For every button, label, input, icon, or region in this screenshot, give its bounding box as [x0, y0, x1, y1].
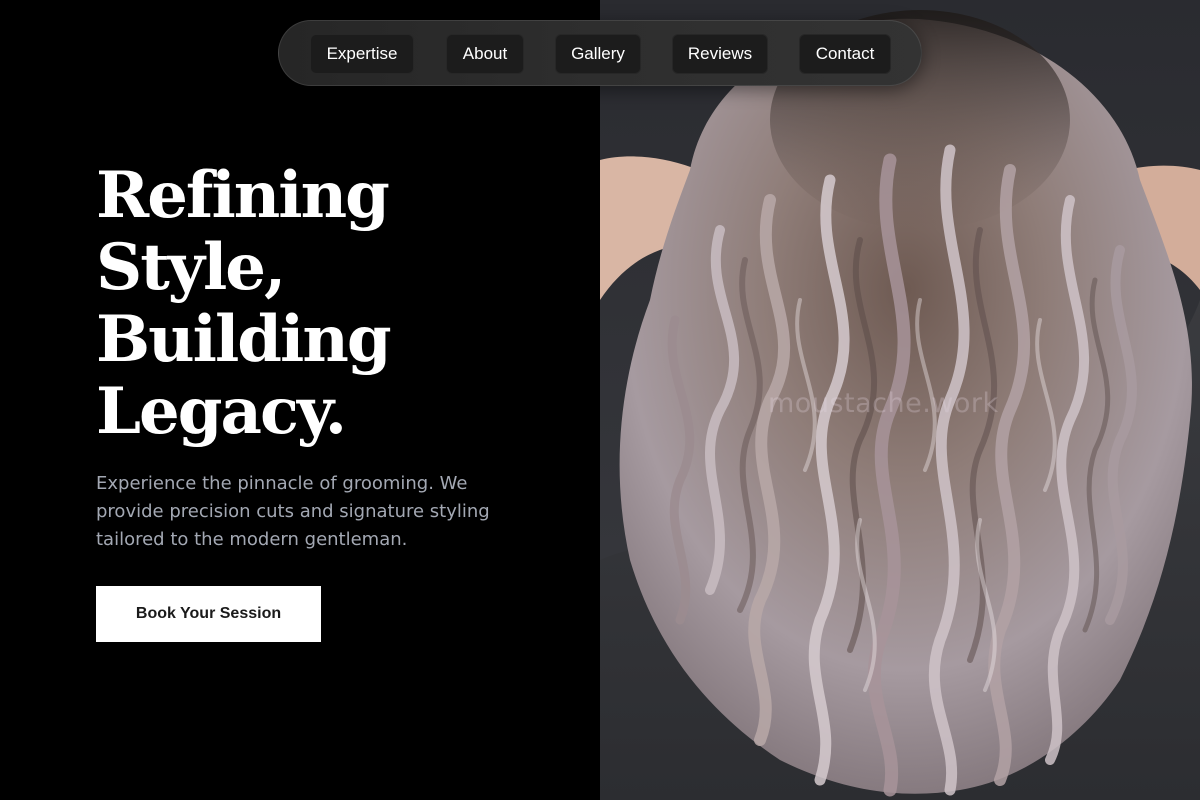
nav-item-gallery[interactable]: Gallery — [555, 34, 641, 74]
hero-title-line: Refining — [96, 158, 390, 233]
nav-item-contact[interactable]: Contact — [799, 34, 891, 74]
book-session-button[interactable]: Book Your Session — [96, 586, 321, 642]
watermark-text: moustache.work — [768, 388, 999, 419]
hero-subtitle: Experience the pinnacle of grooming. We … — [96, 473, 490, 550]
hero-title-line: Legacy. — [96, 374, 347, 449]
nav-item-reviews[interactable]: Reviews — [672, 34, 768, 74]
hero-title: Refining Style, Building Legacy. — [96, 158, 392, 449]
hero-section: Refining Style, Building Legacy. Experie… — [0, 0, 600, 800]
nav-item-expertise[interactable]: Expertise — [310, 34, 414, 74]
hero-title-line: Building — [96, 302, 392, 377]
nav-item-about[interactable]: About — [446, 34, 524, 74]
hero-title-line: Style, — [96, 230, 286, 305]
hero-photo: moustache.work — [600, 0, 1200, 800]
main-nav: Expertise About Gallery Reviews Contact — [278, 20, 922, 86]
